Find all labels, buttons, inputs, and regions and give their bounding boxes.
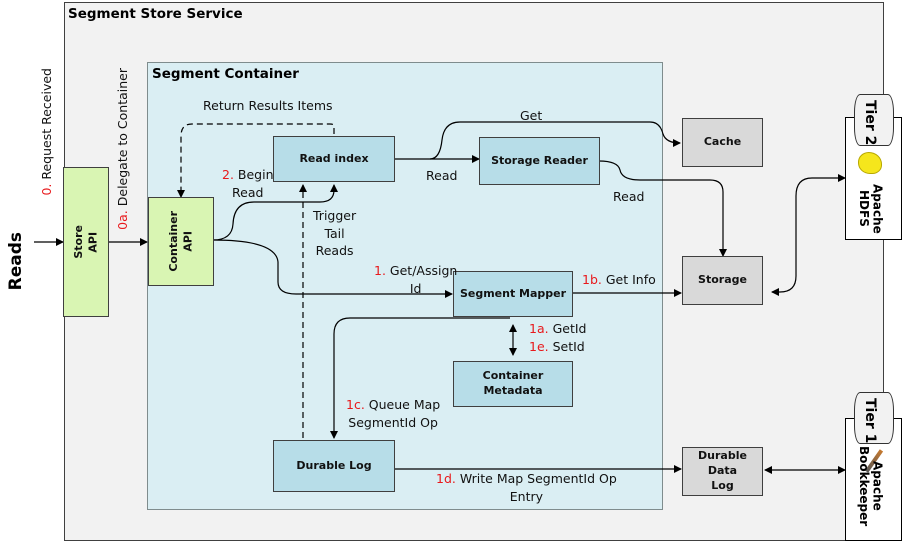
step-num: 2. [222,167,234,182]
step-text: Request Received [39,68,54,184]
container-api-box[interactable]: Container API [148,197,214,286]
step-text: Write Map SegmentId Op [455,471,617,486]
label-request-received: 0. Request Received [38,68,56,196]
storage-reader-box[interactable]: Storage Reader [479,137,600,185]
tier2-product-1: Apache [870,184,885,234]
label-begin-read: 2. Begin Read [222,166,274,201]
cache-box[interactable]: Cache [682,118,763,167]
tier1-product-2: Bookkeeper [856,446,871,527]
step-text: SetId [548,339,585,354]
label-queue-map: 1c. Queue Map SegmentId Op [346,396,440,431]
label-get-assign: 1. Get/Assign Id [374,262,457,297]
label-read-2: Read [613,189,645,204]
step-text: GetId [548,321,587,336]
hadoop-elephant-icon [858,152,882,174]
step-text: Begin [233,167,274,182]
step-text-2: Entry [509,488,544,504]
step-num: 0a. [115,210,130,230]
edge-read-storage [598,160,727,257]
label-get-info: 1b. Get Info [582,271,656,289]
ddl-label-2: Log [711,478,734,492]
tier2-label: Tier 2 [862,100,879,146]
step-text: Get Info [601,272,656,287]
label-delegate: 0a. Delegate to Container [114,68,132,230]
step-text: Delegate to Container [115,68,130,211]
tier1-product-1: Apache [870,461,885,511]
step-text-2: Read [232,184,264,200]
step-num: 0. [39,183,54,196]
segment-mapper-box[interactable]: Segment Mapper [453,271,573,317]
tier1-label: Tier 1 [862,398,879,444]
durable-data-log-box[interactable]: Durable Data Log [682,447,763,496]
step-num: 1. [374,263,386,278]
tier2-product: Apache HDFS [856,184,885,234]
label-get-id: 1a. GetId [529,320,586,338]
container-metadata-box[interactable]: Container Metadata [453,361,573,407]
store-api-label-2: API [86,231,99,253]
step-text-2: SegmentId Op [348,414,438,430]
store-api-label-1: Store [71,225,85,259]
step-num: 1e. [529,339,549,354]
step-text: Queue Map [364,397,441,412]
step-num: 1c. [346,397,365,412]
storage-box[interactable]: Storage [682,256,763,305]
label-trigger-tail: Trigger Tail Reads [313,207,356,260]
step-text: Get/Assign [385,263,458,278]
tier1-product: Apache Bookkeeper [856,446,885,527]
durable-log-box[interactable]: Durable Log [273,440,395,492]
step-text-2: Id [409,280,422,296]
ddl-label-1: Durable Data [698,449,747,478]
container-api-label-1: Container [166,211,180,272]
read-index-box[interactable]: Read index [273,136,395,182]
trigger-3: Reads [315,243,354,258]
store-api-box[interactable]: Store API [63,167,109,317]
container-api-label-2: API [181,231,194,252]
label-read-1: Read [426,168,458,183]
label-return-results: Return Results Items [203,98,333,113]
step-num: 1d. [436,471,456,486]
step-num: 1b. [582,272,602,287]
label-write-map: 1d. Write Map SegmentId Op Entry [436,470,617,505]
tier2-product-2: HDFS [856,190,871,228]
label-get: Get [520,108,543,123]
trigger-1: Trigger [313,208,357,223]
label-set-id: 1e. SetId [529,338,585,356]
edge-storage-hdfs [771,174,846,296]
trigger-2: Tail [324,225,345,241]
step-num: 1a. [529,321,549,336]
